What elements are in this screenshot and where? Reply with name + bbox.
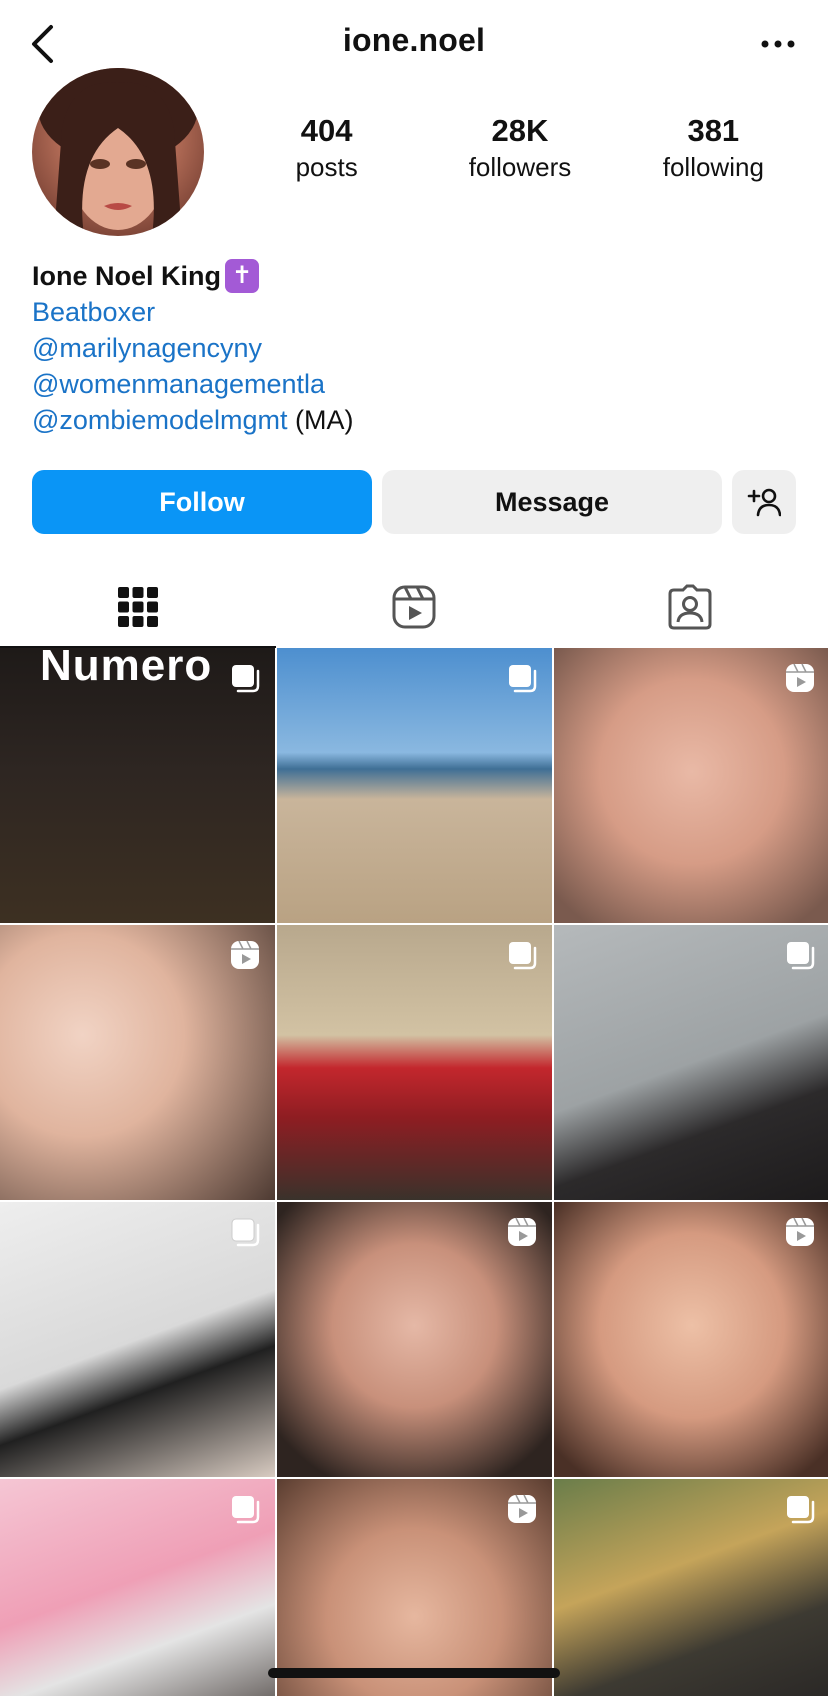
carousel-icon (231, 1218, 260, 1247)
bio-mention-zombiemodelmgmt[interactable]: @zombiemodelmgmt (32, 405, 288, 435)
follow-button[interactable]: Follow (32, 470, 372, 534)
carousel-icon (509, 665, 537, 693)
suggested-accounts-button[interactable] (732, 470, 796, 534)
post-thumbnail[interactable] (277, 925, 552, 1200)
profile-username: ione.noel (342, 22, 486, 58)
post-thumbnail[interactable] (277, 1202, 552, 1477)
avatar-image (38, 68, 198, 236)
stat-following[interactable]: 381 following (617, 112, 810, 184)
grid-icon (118, 587, 158, 627)
post-thumbnail[interactable] (0, 925, 275, 1200)
reel-icon (786, 1217, 814, 1246)
post-thumbnail[interactable] (277, 648, 552, 923)
message-button[interactable]: Message (382, 470, 722, 534)
stat-following-label: following (662, 152, 764, 182)
post-overlay-text: Numero (40, 648, 213, 690)
post-grid: Numero (0, 648, 828, 1696)
carousel-icon (232, 665, 260, 693)
post-thumbnail[interactable] (554, 648, 828, 923)
reels-icon (392, 585, 436, 629)
reel-icon (786, 663, 814, 692)
post-thumbnail[interactable] (554, 1479, 828, 1696)
add-user-icon (747, 488, 781, 517)
bio-line-beatboxer[interactable]: Beatboxer (32, 294, 792, 330)
bio-line-zombiemodelmgmt: @zombiemodelmgmt (MA) (32, 402, 792, 438)
carousel-icon (509, 942, 537, 970)
tab-reels[interactable] (276, 566, 552, 648)
stat-posts-label: posts (295, 152, 358, 182)
profile-actions: Follow Message (32, 470, 796, 534)
profile-avatar[interactable] (32, 68, 204, 236)
bio-mention-marilynagencyny[interactable]: @marilynagencyny (32, 330, 792, 366)
tab-tagged[interactable] (552, 566, 828, 648)
stat-following-value: 381 (687, 113, 740, 148)
stat-posts[interactable]: 404 posts (230, 112, 423, 184)
more-options-button[interactable] (756, 26, 800, 62)
carousel-icon (787, 942, 815, 970)
post-thumbnail[interactable] (0, 1202, 275, 1477)
post-thumbnail[interactable] (277, 1479, 552, 1696)
tagged-icon (668, 584, 712, 630)
bio-suffix-ma: (MA) (287, 405, 354, 435)
cross-emoji-icon: ✝ (225, 259, 259, 293)
reel-icon (508, 1217, 536, 1246)
stat-followers-value: 28K (491, 113, 549, 148)
profile-stats: 404 posts 28K followers 381 following (230, 112, 810, 184)
stat-posts-value: 404 (300, 113, 353, 148)
home-indicator[interactable] (268, 1668, 560, 1678)
stat-followers-label: followers (468, 152, 572, 182)
profile-tabs (0, 566, 828, 648)
post-thumbnail[interactable] (0, 1479, 275, 1696)
profile-display-name: Ione Noel King ✝ (32, 258, 792, 294)
carousel-icon (232, 1496, 260, 1524)
post-thumbnail[interactable] (554, 925, 828, 1200)
display-name-text: Ione Noel King (32, 261, 221, 291)
profile-bio: Ione Noel King ✝ Beatboxer @marilynagenc… (32, 258, 792, 438)
reel-icon (231, 940, 259, 969)
post-thumbnail[interactable]: Numero (0, 648, 275, 923)
stat-followers[interactable]: 28K followers (423, 112, 616, 184)
carousel-icon (787, 1496, 815, 1524)
bio-mention-womenmanagementla[interactable]: @womenmanagementla (32, 366, 792, 402)
reel-icon (508, 1494, 536, 1523)
more-icon (761, 40, 795, 48)
tab-posts[interactable] (0, 566, 276, 648)
post-thumbnail[interactable] (554, 1202, 828, 1477)
